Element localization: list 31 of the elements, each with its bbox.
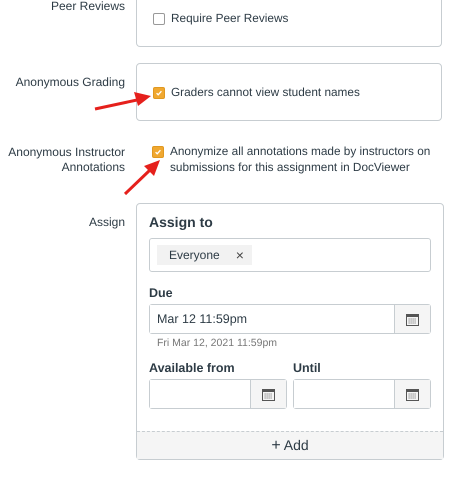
tag-label: Everyone xyxy=(169,248,220,262)
available-from-field[interactable] xyxy=(149,379,287,409)
checkbox-label: Graders cannot view student names xyxy=(171,84,360,100)
due-date-field[interactable]: Mar 12 11:59pm xyxy=(149,304,431,334)
calendar-button[interactable] xyxy=(250,380,286,408)
date-hint: Fri Mar 12, 2021 11:59pm xyxy=(157,337,278,349)
checkbox-label: Anonymize all annotations made by instructors on submissions for this assignment in DocViewer xyxy=(170,143,432,175)
assign-to-field[interactable]: Everyone × xyxy=(149,238,431,272)
calendar-button[interactable] xyxy=(394,305,430,333)
field-label: Anonymous Grading xyxy=(16,75,125,90)
calendar-icon xyxy=(406,312,419,326)
calendar-icon xyxy=(406,388,419,400)
checkbox[interactable] xyxy=(152,146,164,158)
field-label: Until xyxy=(293,361,322,375)
calendar-button[interactable] xyxy=(394,380,430,408)
field-label: Due xyxy=(149,286,174,300)
add-button[interactable]: + Add xyxy=(137,431,443,459)
checkbox[interactable] xyxy=(153,87,165,99)
field-label: Available from xyxy=(149,361,236,375)
field-label: Assign xyxy=(88,215,125,230)
field-label: Anonymous Instructor Annotations xyxy=(7,145,125,175)
check-icon xyxy=(154,148,162,156)
checkbox-label: Require Peer Reviews xyxy=(171,10,288,26)
until-field[interactable] xyxy=(293,379,431,409)
field-label: Peer Reviews xyxy=(50,0,125,14)
check-icon xyxy=(155,89,163,97)
checkbox[interactable] xyxy=(153,13,165,25)
pointer-arrow xyxy=(93,91,153,111)
calendar-icon xyxy=(262,388,275,400)
card-title: Assign to xyxy=(149,214,214,230)
remove-button[interactable]: × xyxy=(236,247,244,263)
